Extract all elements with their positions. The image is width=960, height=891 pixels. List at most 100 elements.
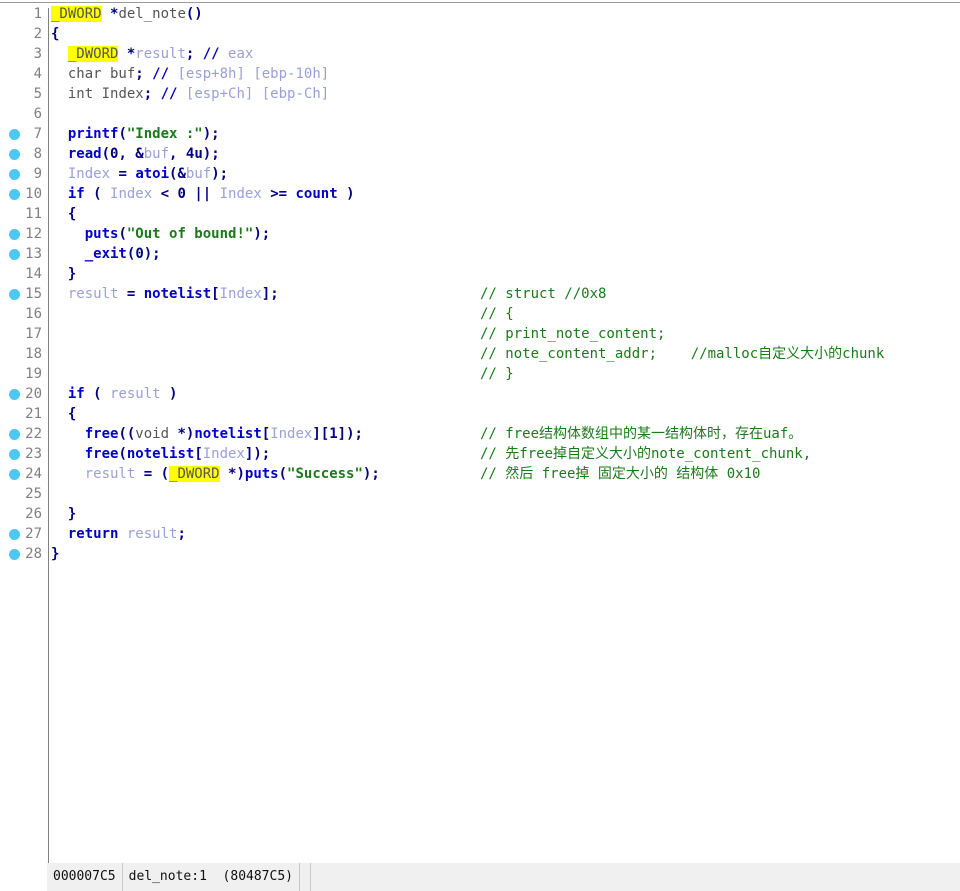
line-number: 27: [25, 526, 42, 542]
code-line[interactable]: 3 _DWORD *result; // eax: [0, 44, 960, 64]
code-line-text[interactable]: result = (_DWORD *)puts("Success");: [51, 464, 380, 484]
code-line-text[interactable]: }: [51, 504, 76, 524]
code-token: "Index :": [126, 126, 203, 142]
code-token: ;: [143, 86, 153, 102]
code-line-text[interactable]: _exit(0);: [51, 244, 161, 264]
line-number: 7: [33, 126, 42, 142]
code-line[interactable]: 23 free(notelist[Index]); // 先free掉自定义大小的…: [0, 444, 960, 464]
code-line-list[interactable]: 1 _DWORD *del_note() 2{3 _DWORD *result; /…: [0, 4, 960, 564]
code-token: "Success": [287, 466, 363, 482]
code-line[interactable]: 2{: [0, 24, 960, 44]
code-line-text[interactable]: _DWORD *result; // eax: [51, 44, 253, 64]
code-line-text[interactable]: if ( result ): [51, 384, 178, 404]
code-line[interactable]: 11 {: [0, 204, 960, 224]
user-comment[interactable]: // {: [480, 304, 514, 324]
line-number: 8: [33, 146, 42, 162]
code-token: ||: [185, 186, 220, 202]
code-line-text[interactable]: if ( Index < 0 || Index >= count ): [51, 184, 355, 204]
code-line[interactable]: 17 // print_note_content;: [0, 324, 960, 344]
code-line-text[interactable]: }: [51, 544, 59, 564]
code-line[interactable]: 21 {: [0, 404, 960, 424]
code-line[interactable]: 7 printf("Index :");: [0, 124, 960, 144]
code-line[interactable]: 28}: [0, 544, 960, 564]
code-line[interactable]: 20 if ( result ): [0, 384, 960, 404]
code-line[interactable]: 15 result = notelist[Index]; // struct //…: [0, 284, 960, 304]
code-line-text[interactable]: free((void *)notelist[Index][1]);: [51, 424, 363, 444]
code-line-text[interactable]: Index = atoi(&buf);: [51, 164, 228, 184]
code-line-text[interactable]: puts("Out of bound!");: [51, 224, 270, 244]
code-line[interactable]: 1 _DWORD *del_note(): [0, 4, 960, 24]
code-line-text[interactable]: free(notelist[Index]);: [51, 444, 270, 464]
line-number: 20: [25, 386, 42, 402]
code-token: );: [143, 246, 161, 262]
code-token: if: [67, 186, 85, 202]
code-token: =: [110, 166, 136, 182]
user-comment[interactable]: // note_content_addr; //malloc自定义大小的chun…: [480, 344, 884, 364]
code-line-text[interactable]: {: [51, 204, 76, 224]
status-bar: 000007C5 del_note:1 (80487C5): [0, 863, 960, 891]
code-line-text[interactable]: printf("Index :");: [51, 124, 220, 144]
user-comment[interactable]: // struct //0x8: [480, 284, 606, 304]
code-line-text[interactable]: return result;: [51, 524, 186, 544]
code-line[interactable]: 6: [0, 104, 960, 124]
code-line-text[interactable]: {: [51, 404, 76, 424]
code-token: //: [160, 86, 178, 102]
user-comment[interactable]: // print_note_content;: [480, 324, 665, 344]
pseudocode-code-area[interactable]: 1 _DWORD *del_note() 2{3 _DWORD *result; /…: [0, 4, 960, 863]
code-line[interactable]: 22 free((void *)notelist[Index][1]); // f…: [0, 424, 960, 444]
line-number: 21: [25, 406, 42, 422]
code-line[interactable]: 10 if ( Index < 0 || Index >= count ): [0, 184, 960, 204]
code-line[interactable]: 5 int Index; // [esp+Ch] [ebp-Ch]: [0, 84, 960, 104]
code-token: if: [67, 386, 85, 402]
code-token: //: [202, 46, 220, 62]
code-line-text[interactable]: read(0, &buf, 4u);: [51, 144, 220, 164]
user-comment[interactable]: // 先free掉自定义大小的note_content_chunk,: [480, 444, 811, 464]
code-token: (: [84, 186, 111, 202]
code-token: (: [84, 386, 111, 402]
code-line-text[interactable]: result = notelist[Index];: [51, 284, 279, 304]
code-token: 1: [329, 426, 338, 442]
code-token: [esp+Ch] [ebp-Ch]: [177, 86, 330, 102]
code-token: 0: [135, 246, 144, 262]
user-comment[interactable]: // }: [480, 364, 514, 384]
code-line[interactable]: 16 // {: [0, 304, 960, 324]
code-line[interactable]: 9 Index = atoi(&buf);: [0, 164, 960, 184]
code-line-text[interactable]: char buf; // [esp+8h] [ebp-10h]: [51, 64, 329, 84]
code-line-text[interactable]: }: [51, 264, 76, 284]
code-line[interactable]: 26 }: [0, 504, 960, 524]
code-token: (): [185, 6, 203, 22]
code-line[interactable]: 4 char buf; // [esp+8h] [ebp-10h]: [0, 64, 960, 84]
code-token: puts: [244, 466, 279, 482]
code-token: (: [101, 146, 111, 162]
code-line[interactable]: 18 // note_content_addr; //malloc自定义大小的ch…: [0, 344, 960, 364]
code-line-text[interactable]: {: [51, 24, 59, 44]
code-line[interactable]: 8 read(0, &buf, 4u);: [0, 144, 960, 164]
line-number: 3: [33, 46, 42, 62]
code-line[interactable]: 27 return result;: [0, 524, 960, 544]
code-line[interactable]: 24 result = (_DWORD *)puts("Success"); //…: [0, 464, 960, 484]
code-token: Index: [93, 86, 144, 102]
code-token: _DWORD: [51, 6, 102, 22]
code-token: Index: [67, 166, 111, 182]
code-line[interactable]: 13 _exit(0);: [0, 244, 960, 264]
code-line[interactable]: 12 puts("Out of bound!");: [0, 224, 960, 244]
code-line[interactable]: 25: [0, 484, 960, 504]
code-token: "Out of bound!": [126, 226, 254, 242]
code-token: Index: [219, 286, 262, 302]
code-line[interactable]: 19 // }: [0, 364, 960, 384]
code-token: notelist: [194, 426, 262, 442]
code-token: Index: [110, 186, 153, 202]
code-line-text[interactable]: _DWORD *del_note(): [51, 4, 203, 24]
code-line[interactable]: 14 }: [0, 264, 960, 284]
code-line-text[interactable]: int Index; // [esp+Ch] [ebp-Ch]: [51, 84, 329, 104]
user-comment[interactable]: // free结构体数组中的某一结构体时，存在uaf。: [480, 424, 802, 444]
code-token: {: [51, 26, 60, 42]
user-comment[interactable]: // 然后 free掉 固定大小的 结构体 0x10: [480, 464, 760, 484]
line-number: 26: [25, 506, 42, 522]
